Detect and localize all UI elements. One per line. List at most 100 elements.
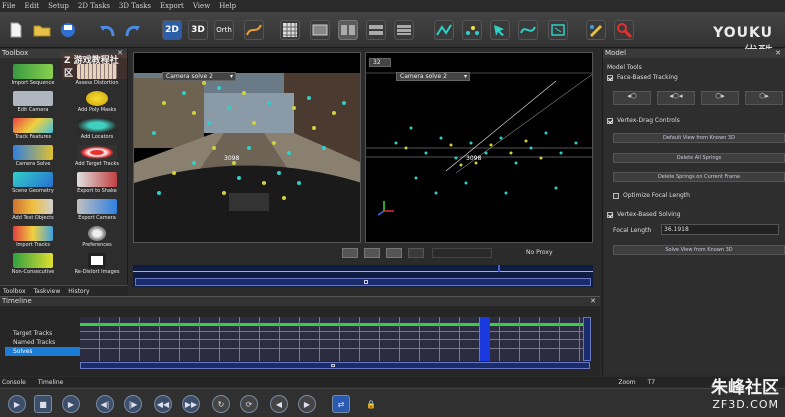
track-curve-icon[interactable] xyxy=(518,20,538,40)
tab-toolbox[interactable]: Toolbox xyxy=(3,288,26,295)
import-tracks-button[interactable]: Import Tracks xyxy=(2,222,64,248)
import-sequence-button[interactable]: Import Sequence xyxy=(2,60,64,86)
track-named[interactable]: Named Tracks xyxy=(5,338,80,347)
menu-2d-tasks[interactable]: 2D Tasks xyxy=(78,2,110,10)
redo-icon[interactable] xyxy=(122,20,142,40)
focal-length-input[interactable]: 36.1918 xyxy=(661,224,779,235)
camera-tool-icon[interactable] xyxy=(586,20,606,40)
curve-icon[interactable] xyxy=(244,20,264,40)
tab-console[interactable]: Console xyxy=(2,379,26,386)
export-to-shake-button[interactable]: Export to Shake xyxy=(66,168,128,194)
left-camera-select[interactable]: Camera solve 2 ▾ xyxy=(162,72,236,81)
add-target-tracks-button[interactable]: Add Target Tracks xyxy=(66,141,128,167)
solve-view-button[interactable]: Solve View from Known 3D xyxy=(613,245,785,255)
view-2d-button[interactable]: 2D xyxy=(162,20,182,40)
face-fwd-button[interactable]: ⬡▸ xyxy=(701,91,739,105)
scroll-thumb[interactable] xyxy=(331,364,335,367)
frame-scrubber[interactable] xyxy=(133,265,593,287)
preferences-button[interactable]: Preferences xyxy=(66,222,128,248)
lock-icon[interactable]: 🔒 xyxy=(362,395,380,413)
re-distort-images-button[interactable]: Re-Distort Images xyxy=(66,249,128,275)
tab-history[interactable]: History xyxy=(68,288,89,295)
default-view-button[interactable]: Default View from Known 3D xyxy=(613,133,785,143)
playhead-marker[interactable] xyxy=(498,265,500,272)
rotate-icon[interactable] xyxy=(386,248,402,258)
capture-icon[interactable] xyxy=(364,248,380,258)
track-points-icon[interactable] xyxy=(462,20,482,40)
stop-icon[interactable]: ■ xyxy=(34,395,52,413)
camera-solve-button[interactable]: Camera Solve xyxy=(2,141,64,167)
next-key-icon[interactable]: ▶ xyxy=(298,395,316,413)
edit-camera-button[interactable]: Edit Camera xyxy=(2,87,64,113)
search-icon[interactable] xyxy=(614,20,634,40)
menu-file[interactable]: File xyxy=(2,2,15,10)
non-consecutive-button[interactable]: Non-Consecutive xyxy=(2,249,64,275)
scrubber-scrollbar[interactable] xyxy=(135,278,591,286)
play-forward-icon[interactable]: ▶ xyxy=(62,395,80,413)
single-view-icon[interactable] xyxy=(310,20,330,40)
step-forward-icon[interactable]: |▶ xyxy=(124,395,142,413)
menu-3d-tasks[interactable]: 3D Tasks xyxy=(119,2,151,10)
menu-edit[interactable]: Edit xyxy=(24,2,39,10)
proxy-select[interactable]: No Proxy xyxy=(526,249,553,256)
bounce-icon[interactable]: ⟳ xyxy=(240,395,258,413)
rewind-icon[interactable]: ◀◀ xyxy=(154,395,172,413)
undo-icon[interactable] xyxy=(98,20,118,40)
track-solves[interactable]: Solves xyxy=(5,347,80,356)
loop-icon[interactable]: ↻ xyxy=(212,395,230,413)
camera-viewport[interactable]: Camera solve 2 ▾ 3098 xyxy=(133,52,361,243)
delete-springs-current-button[interactable]: Delete Springs on Current Frame xyxy=(613,172,785,182)
tab-zoom[interactable]: Zoom xyxy=(618,379,635,386)
optimize-focal-checkbox[interactable]: Optimize Focal Length xyxy=(613,192,690,199)
face-prev-button[interactable]: ◂⬡ xyxy=(613,91,651,105)
add-locators-button[interactable]: Add Locators xyxy=(66,114,128,140)
right-camera-select[interactable]: Camera solve 2 ▾ xyxy=(396,72,470,81)
timeline-hscroll[interactable] xyxy=(80,362,590,369)
menu-view[interactable]: View xyxy=(193,2,210,10)
step-back-icon[interactable]: ◀| xyxy=(96,395,114,413)
track-features-button[interactable]: Track Features xyxy=(2,114,64,140)
stacked-view-icon[interactable] xyxy=(366,20,386,40)
tab-taskview[interactable]: Taskview xyxy=(34,288,61,295)
vertex-solving-toggle[interactable]: Vertex-Based Solving xyxy=(607,211,681,218)
timeline-vscroll[interactable] xyxy=(583,317,591,361)
vertex-drag-toggle[interactable]: Vertex-Drag Controls xyxy=(607,117,680,124)
track-select-icon[interactable] xyxy=(490,20,510,40)
current-frame-marker[interactable] xyxy=(480,317,490,361)
close-icon[interactable]: ✕ xyxy=(775,49,781,58)
quad-view-icon[interactable] xyxy=(394,20,414,40)
split-view-icon[interactable] xyxy=(338,20,358,40)
save-icon[interactable] xyxy=(58,20,78,40)
track-path-icon[interactable] xyxy=(434,20,454,40)
view-toggle-icon[interactable] xyxy=(342,248,358,258)
settings-strip[interactable] xyxy=(432,248,492,258)
tab-timeline[interactable]: Timeline xyxy=(38,379,64,386)
3d-viewport[interactable]: 32 Camera solve 2 ▾ 3098 xyxy=(365,52,593,243)
timeline-grid[interactable] xyxy=(80,317,583,361)
view-orth-button[interactable]: Orth xyxy=(214,20,234,40)
open-folder-icon[interactable] xyxy=(32,20,52,40)
layers-icon[interactable] xyxy=(408,248,424,258)
face-based-toggle[interactable]: Face-Based Tracking xyxy=(607,74,678,81)
add-poly-masks-button[interactable]: Add Poly Masks xyxy=(66,87,128,113)
face-back-button[interactable]: ◂⬡◂ xyxy=(657,91,695,105)
menu-help[interactable]: Help xyxy=(219,2,236,10)
track-target[interactable]: Target Tracks xyxy=(5,329,80,338)
export-camera-button[interactable]: Export Camera xyxy=(66,195,128,221)
grid-icon[interactable] xyxy=(280,20,300,40)
delete-all-springs-button[interactable]: Delete All Springs xyxy=(613,153,785,163)
prev-key-icon[interactable]: ◀ xyxy=(270,395,288,413)
swap-icon[interactable]: ⇄ xyxy=(332,395,350,413)
right-viewport-field[interactable]: 32 xyxy=(369,58,391,67)
add-test-objects-button[interactable]: Add Test Objects xyxy=(2,195,64,221)
menu-export[interactable]: Export xyxy=(160,2,184,10)
new-file-icon[interactable] xyxy=(6,20,26,40)
fit-view-icon[interactable] xyxy=(548,20,568,40)
view-3d-button[interactable]: 3D xyxy=(188,20,208,40)
fast-forward-icon[interactable]: ▶▶ xyxy=(182,395,200,413)
play-icon[interactable]: ▶ xyxy=(8,395,26,413)
menu-setup[interactable]: Setup xyxy=(48,2,69,10)
scroll-thumb[interactable] xyxy=(364,280,368,284)
face-next-button[interactable]: ⬡▸ xyxy=(745,91,783,105)
scene-geometry-button[interactable]: Scene Geometry xyxy=(2,168,64,194)
